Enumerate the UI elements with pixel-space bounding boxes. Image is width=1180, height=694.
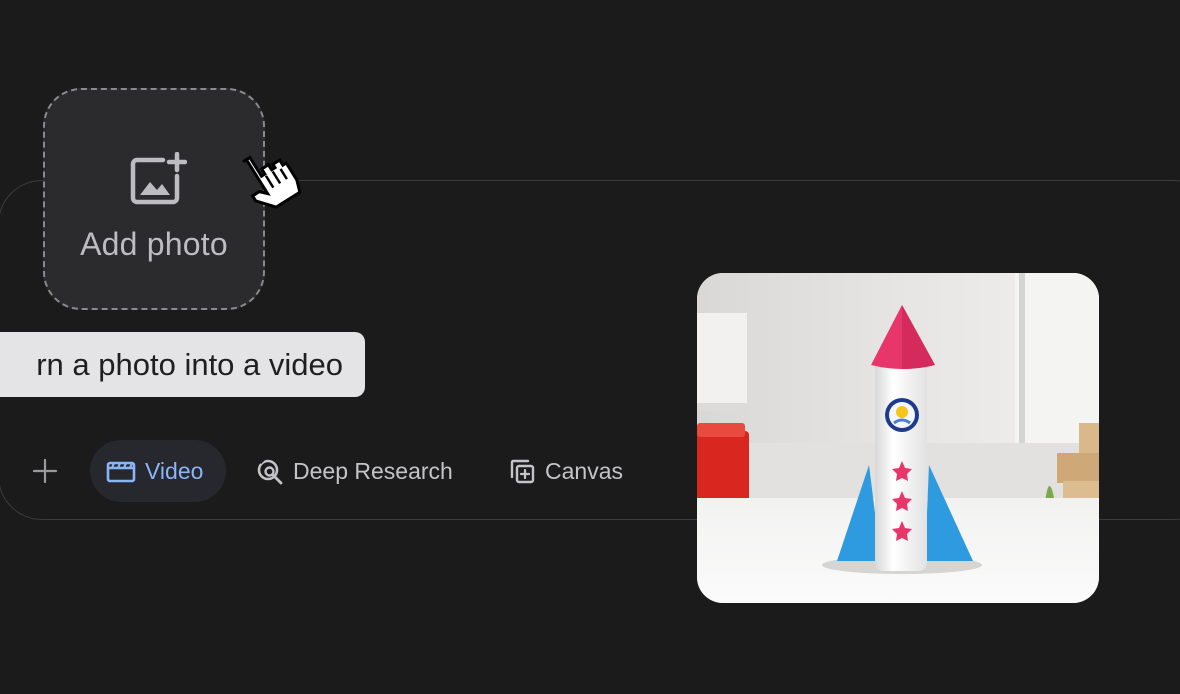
canvas-tool-button[interactable]: Canvas [498, 440, 638, 502]
add-photo-icon [130, 152, 187, 205]
deep-research-icon [257, 457, 283, 485]
canvas-icon [510, 459, 535, 484]
video-tool-button[interactable]: Video [90, 440, 226, 502]
add-photo-label: Add photo [80, 226, 228, 262]
video-icon [106, 461, 136, 483]
deep-research-tool-button[interactable]: Deep Research [246, 440, 474, 502]
paper-rocket-image [697, 273, 1099, 603]
pointer-cursor-icon [242, 155, 302, 209]
rocket-preview-image [697, 273, 1099, 603]
suggestion-chip[interactable]: rn a photo into a video [0, 332, 365, 397]
plus-icon[interactable] [30, 456, 60, 486]
deep-research-tool-label: Deep Research [293, 457, 453, 484]
video-tool-label: Video [145, 457, 204, 484]
canvas-tool-label: Canvas [545, 457, 623, 484]
